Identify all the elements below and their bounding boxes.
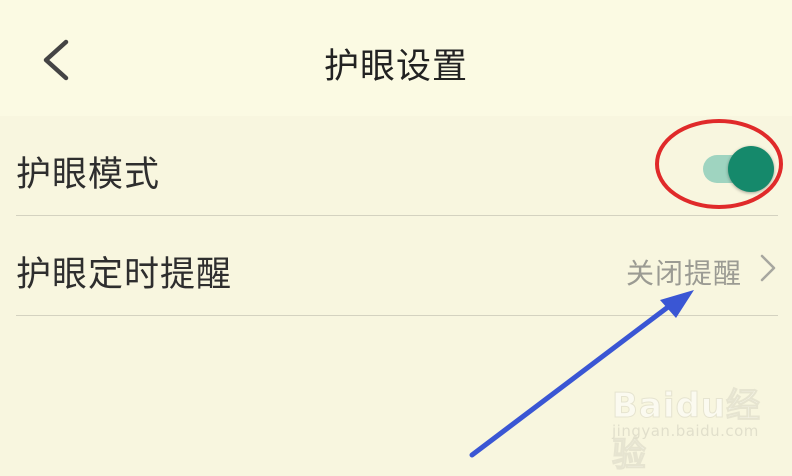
setting-label-eye-mode: 护眼模式 <box>16 155 161 195</box>
baidu-watermark: Baidu经验 jingyan.baidu.com <box>612 372 782 476</box>
setting-value-eye-reminder: 关闭提醒 <box>625 257 742 290</box>
toggle-knob <box>728 146 774 192</box>
chevron-right-icon <box>760 254 776 282</box>
header-bar: 护眼设置 <box>0 0 792 116</box>
watermark-brand: Baidu经验 <box>612 386 762 476</box>
eye-mode-toggle[interactable] <box>700 146 776 192</box>
watermark-url: jingyan.baidu.com <box>612 422 759 440</box>
page-title: 护眼设置 <box>323 47 468 87</box>
row-divider <box>16 315 778 316</box>
setting-label-eye-reminder: 护眼定时提醒 <box>16 255 233 295</box>
setting-row-eye-reminder[interactable]: 护眼定时提醒 关闭提醒 <box>0 216 792 316</box>
annotation-arrow-shaft <box>469 304 671 458</box>
settings-list: 护眼模式 护眼定时提醒 关闭提醒 <box>0 116 792 316</box>
setting-row-eye-mode: 护眼模式 <box>0 116 792 216</box>
